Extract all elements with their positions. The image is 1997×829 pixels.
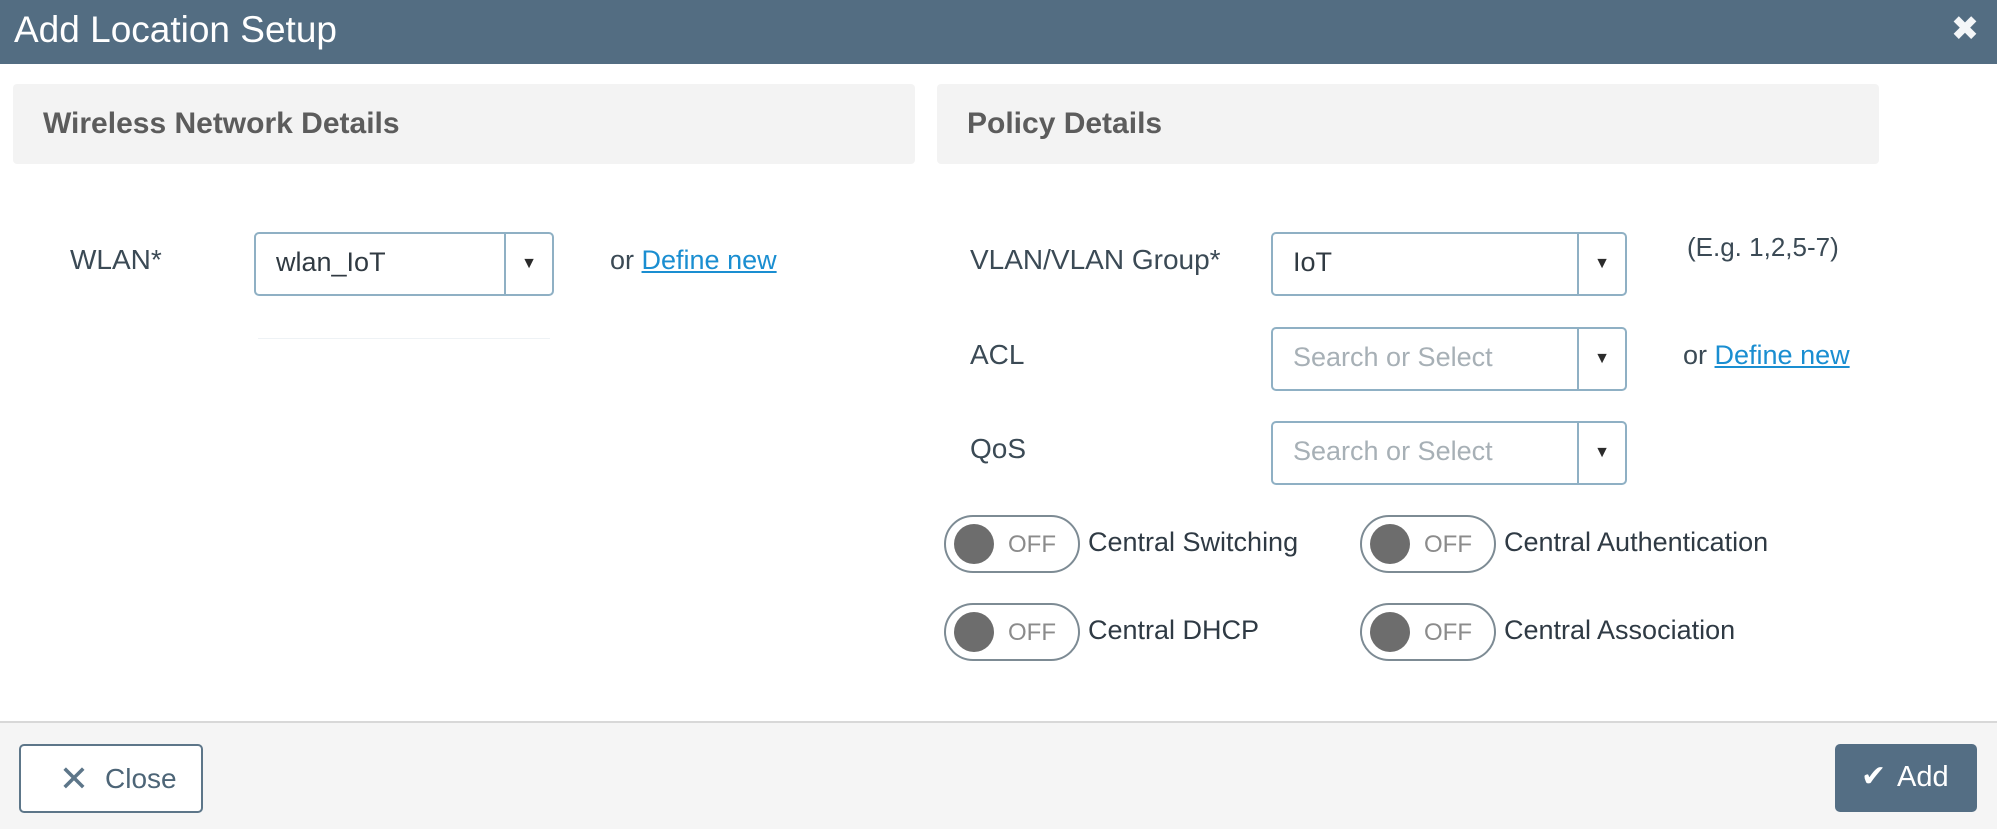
central-authentication-toggle[interactable]: OFF	[1360, 515, 1496, 573]
central-switching-label: Central Switching	[1088, 527, 1299, 557]
wlan-select[interactable]: wlan_IoT ▼	[254, 232, 554, 296]
policy-details-header: Policy Details	[937, 84, 1879, 164]
wlan-define-new: or Define new	[610, 243, 777, 277]
chevron-down-icon[interactable]: ▼	[504, 234, 552, 294]
check-icon: ✔	[1861, 760, 1887, 793]
central-dhcp-label: Central DHCP	[1088, 615, 1260, 645]
acl-select-placeholder: Search or Select	[1293, 342, 1493, 372]
chevron-down-icon[interactable]: ▼	[1577, 234, 1625, 294]
qos-label: QoS	[970, 433, 1027, 464]
close-icon: ✕	[58, 758, 90, 799]
central-association-label: Central Association	[1504, 615, 1736, 645]
central-switching-toggle[interactable]: OFF	[944, 515, 1080, 573]
vlan-label: VLAN/VLAN Group*	[970, 244, 1221, 275]
toggle-knob	[1370, 524, 1410, 564]
central-dhcp-toggle[interactable]: OFF	[944, 603, 1080, 661]
add-button[interactable]: ✔ Add	[1835, 744, 1977, 812]
wireless-header-text: Wireless Network Details	[43, 107, 400, 140]
toggle-state: OFF	[1424, 619, 1472, 646]
acl-define-new: or Define new	[1683, 338, 1850, 372]
policy-header-text: Policy Details	[967, 107, 1163, 140]
close-icon[interactable]: ✖	[1950, 12, 1980, 46]
close-button-label: Close	[105, 763, 177, 794]
qos-select-placeholder: Search or Select	[1293, 436, 1493, 466]
define-new-link[interactable]: Define new	[642, 245, 777, 275]
toggle-knob	[954, 524, 994, 564]
qos-select[interactable]: Search or Select ▼	[1271, 421, 1627, 485]
toggle-knob	[954, 612, 994, 652]
vlan-hint: (E.g. 1,2,5-7)	[1687, 232, 1839, 262]
wlan-select-value: wlan_IoT	[276, 247, 386, 277]
acl-label: ACL	[970, 339, 1025, 370]
chevron-down-icon[interactable]: ▼	[1577, 423, 1625, 483]
define-new-link[interactable]: Define new	[1715, 340, 1850, 370]
wireless-network-details-header: Wireless Network Details	[13, 84, 915, 164]
or-text: or	[1683, 340, 1708, 370]
divider	[258, 338, 550, 339]
acl-select[interactable]: Search or Select ▼	[1271, 327, 1627, 391]
dialog-titlebar: Add Location Setup ✖	[0, 0, 1997, 64]
or-text: or	[610, 245, 635, 275]
vlan-select[interactable]: IoT ▼	[1271, 232, 1627, 296]
chevron-down-icon[interactable]: ▼	[1577, 329, 1625, 389]
dialog-title: Add Location Setup	[14, 9, 337, 50]
wlan-label: WLAN*	[70, 244, 162, 275]
toggle-state: OFF	[1008, 619, 1056, 646]
central-association-toggle[interactable]: OFF	[1360, 603, 1496, 661]
toggle-state: OFF	[1424, 531, 1472, 558]
toggle-knob	[1370, 612, 1410, 652]
toggle-state: OFF	[1008, 531, 1056, 558]
dialog-footer	[0, 721, 1997, 829]
close-button[interactable]: ✕ Close	[19, 744, 203, 813]
central-authentication-label: Central Authentication	[1504, 527, 1769, 557]
add-button-label: Add	[1897, 761, 1949, 793]
vlan-select-value: IoT	[1293, 247, 1333, 277]
